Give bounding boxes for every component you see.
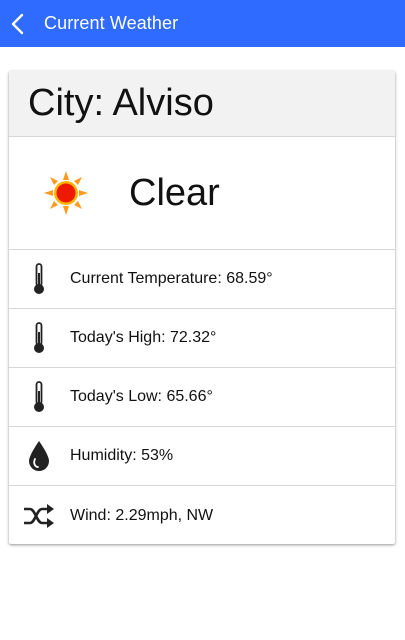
wind-label: Wind: 2.29mph, NW bbox=[70, 506, 214, 524]
todays-high-row: Today's High: 72.32° bbox=[9, 309, 395, 368]
todays-low-row: Today's Low: 65.66° bbox=[9, 368, 395, 427]
weather-card: City: Alviso Clear Current Temperature: … bbox=[9, 71, 395, 544]
humidity-row: Humidity: 53% bbox=[9, 427, 395, 486]
sun-icon bbox=[44, 171, 88, 215]
todays-low-label: Today's Low: 65.66° bbox=[70, 388, 213, 405]
shuffle-icon bbox=[24, 503, 54, 528]
water-drop-icon bbox=[29, 441, 49, 471]
thermometer-icon bbox=[34, 322, 44, 353]
todays-high-label: Today's High: 72.32° bbox=[70, 329, 217, 346]
city-header: City: Alviso bbox=[9, 71, 395, 137]
humidity-label: Humidity: 53% bbox=[70, 447, 174, 464]
thermometer-icon bbox=[34, 381, 44, 412]
current-temperature-row: Current Temperature: 68.59° bbox=[9, 250, 395, 309]
current-temperature-label: Current Temperature: 68.59° bbox=[70, 270, 273, 287]
thermometer-icon bbox=[34, 263, 44, 294]
back-button[interactable] bbox=[0, 0, 36, 47]
city-name: City: Alviso bbox=[28, 82, 214, 124]
page-title: Current Weather bbox=[44, 13, 179, 33]
chevron-left-icon bbox=[11, 13, 24, 34]
condition-label: Clear bbox=[129, 171, 220, 214]
wind-row: Wind: 2.29mph, NW bbox=[9, 486, 395, 544]
condition-row: Clear bbox=[9, 137, 395, 250]
app-bar: Current Weather bbox=[0, 0, 405, 47]
